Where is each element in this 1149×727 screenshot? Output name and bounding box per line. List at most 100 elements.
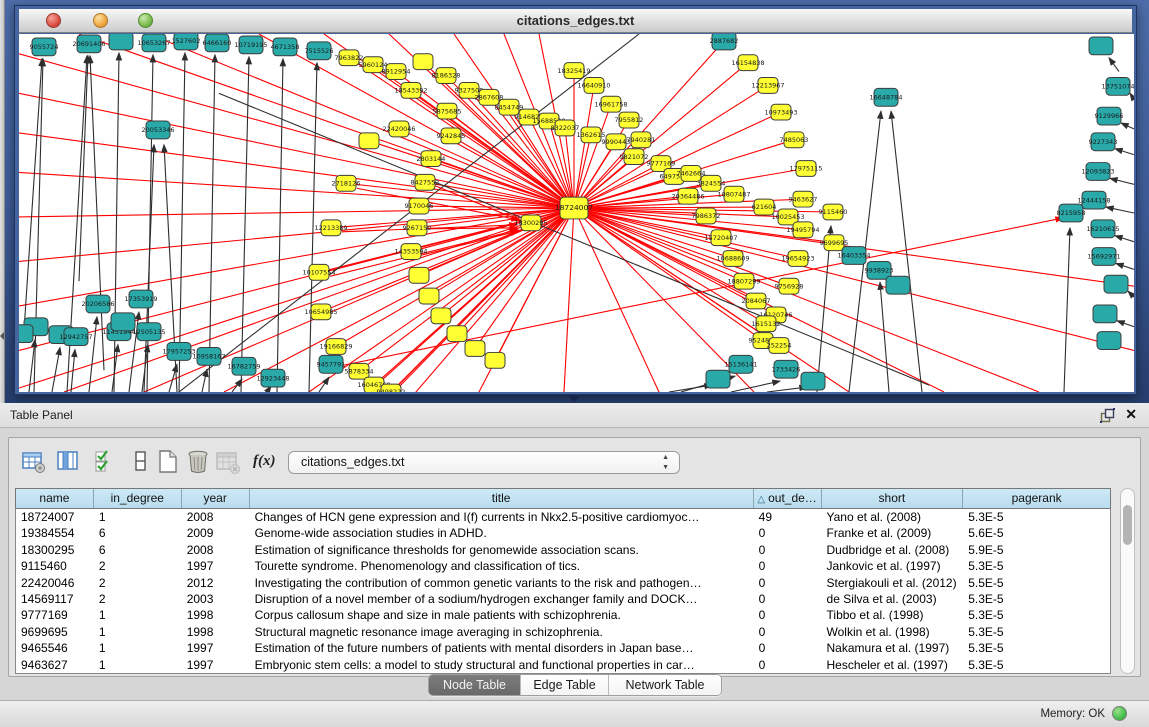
function-builder-icon[interactable]: f(x): [253, 453, 279, 479]
table-row[interactable]: 911546021997Tourette syndrome. Phenomeno…: [16, 558, 1110, 574]
graph-node[interactable]: 2887682: [710, 34, 739, 50]
graph-node[interactable]: [109, 34, 133, 50]
table-settings-icon[interactable]: [21, 449, 47, 475]
graph-node[interactable]: 10958167: [192, 347, 225, 365]
graph-node[interactable]: [419, 288, 439, 304]
graph-node[interactable]: 8322037: [551, 120, 580, 136]
graph-node[interactable]: 9242845: [437, 128, 466, 144]
table-row[interactable]: 1830029562008Estimation of significance …: [16, 542, 1110, 558]
graph-node[interactable]: 252254: [767, 338, 792, 354]
delete-icon[interactable]: [185, 449, 211, 475]
graph-node[interactable]: 16961758: [594, 96, 627, 112]
table-row[interactable]: 946362711997Embryonic stem cells: a mode…: [16, 657, 1110, 673]
float-panel-icon[interactable]: [1100, 408, 1115, 426]
graph-node[interactable]: 4671358: [271, 38, 300, 56]
graph-node[interactable]: 17957253: [162, 343, 195, 361]
table-vertical-scrollbar[interactable]: [1120, 488, 1135, 674]
graph-node[interactable]: 16640910: [577, 78, 610, 94]
graph-node[interactable]: [1089, 37, 1113, 55]
graph-node[interactable]: 9227343: [1089, 133, 1118, 151]
graph-node[interactable]: 12942757: [59, 328, 92, 346]
graph-node[interactable]: 3824554: [697, 175, 726, 191]
graph-node[interactable]: 2803144: [417, 151, 446, 167]
graph-node[interactable]: 16648784: [869, 88, 902, 106]
graph-node[interactable]: [706, 370, 730, 388]
graph-node[interactable]: [431, 308, 451, 324]
network-canvas[interactable]: 9055724 20691406 1065326715276026466160107…: [19, 34, 1134, 392]
graph-node[interactable]: 13751074: [1101, 78, 1134, 96]
table-row[interactable]: 1938455462009Genome-wide association stu…: [16, 525, 1110, 541]
show-columns-icon[interactable]: [56, 449, 82, 475]
graph-node[interactable]: 19166829: [319, 339, 352, 355]
graph-node[interactable]: [19, 325, 33, 343]
graph-node[interactable]: 12923448: [256, 369, 289, 387]
graph-node[interactable]: 10653267: [137, 34, 170, 52]
column-header-year[interactable]: year: [182, 489, 250, 508]
graph-node[interactable]: [801, 372, 825, 390]
graph-node[interactable]: [447, 326, 467, 342]
graph-node[interactable]: [1104, 275, 1128, 293]
graph-node[interactable]: 9463627: [789, 191, 818, 207]
graph-node[interactable]: 7940281: [627, 132, 656, 148]
new-file-icon[interactable]: [155, 449, 181, 475]
graph-node[interactable]: 7485063: [780, 132, 809, 148]
network-window[interactable]: citations_edges.txt 90557242069140610653…: [14, 5, 1137, 395]
graph-node[interactable]: 9129966: [1095, 107, 1124, 125]
graph-node[interactable]: 2084067: [742, 293, 771, 309]
close-panel-icon[interactable]: ✕: [1125, 406, 1137, 423]
graph-node[interactable]: 9267150: [403, 220, 432, 236]
graph-node[interactable]: 10654985: [304, 304, 337, 320]
graph-node[interactable]: 10807487: [717, 186, 750, 202]
scrollbar-thumb[interactable]: [1123, 505, 1132, 545]
graph-node[interactable]: 16154838: [731, 55, 764, 71]
table-row[interactable]: 2242004622012Investigating the contribut…: [16, 575, 1110, 591]
graph-node[interactable]: 6466160: [203, 34, 232, 52]
table-selector-dropdown[interactable]: citations_edges.txt ▲▼: [288, 451, 680, 474]
column-header-title[interactable]: title: [250, 489, 754, 508]
graph-node[interactable]: 16403354: [837, 247, 870, 265]
graph-node[interactable]: 1527602: [172, 34, 201, 50]
graph-node[interactable]: 12093823: [1081, 163, 1114, 181]
collapse-left-arrow-icon[interactable]: [0, 332, 4, 340]
row-height-icon[interactable]: [128, 449, 154, 475]
graph-node[interactable]: 17975115: [789, 161, 822, 177]
graph-node[interactable]: 8186328: [432, 68, 461, 84]
graph-node[interactable]: 8912954: [382, 64, 411, 80]
graph-node[interactable]: 12213967: [751, 78, 784, 94]
graph-node[interactable]: 1733426: [772, 360, 801, 378]
graph-node[interactable]: [886, 276, 910, 294]
graph-node[interactable]: 17353919: [124, 290, 157, 308]
graph-node[interactable]: 8215958: [1057, 204, 1086, 222]
column-checklist-icon[interactable]: [93, 449, 119, 475]
graph-node[interactable]: 9756928: [775, 278, 804, 294]
graph-node[interactable]: 15136141: [724, 355, 757, 373]
graph-node[interactable]: [413, 54, 433, 70]
graph-node[interactable]: [359, 133, 379, 149]
table-row[interactable]: 946554611997Estimation of the future num…: [16, 640, 1110, 656]
graph-node[interactable]: 7515526: [305, 42, 334, 60]
graph-node[interactable]: 5875685: [433, 103, 462, 119]
graph-node[interactable]: 10719195: [234, 36, 267, 54]
graph-node[interactable]: 10107554: [302, 264, 335, 280]
graph-node[interactable]: 7955812: [615, 112, 644, 128]
column-header-out_de[interactable]: △out_de…: [754, 489, 822, 508]
graph-node[interactable]: 20691406: [72, 35, 105, 53]
table-row[interactable]: 1872400712008Changes of HCN gene express…: [16, 509, 1110, 525]
tab-network-table[interactable]: Network Table: [609, 675, 721, 696]
graph-node[interactable]: 15692971: [1087, 248, 1120, 266]
graph-node[interactable]: 9055724: [30, 38, 59, 56]
graph-node[interactable]: 9821072: [620, 149, 649, 165]
graph-node[interactable]: 9115460: [819, 204, 848, 220]
graph-node[interactable]: 12505135: [132, 323, 165, 341]
graph-node[interactable]: [465, 341, 485, 357]
graph-node[interactable]: 16210615: [1086, 220, 1119, 238]
column-header-short[interactable]: short: [822, 489, 964, 508]
column-header-name[interactable]: name: [16, 489, 94, 508]
graph-node[interactable]: 18724007: [555, 197, 593, 219]
graph-node[interactable]: 10688609: [716, 251, 749, 267]
table-row[interactable]: 977716911998Corpus callosum shape and si…: [16, 607, 1110, 623]
graph-node[interactable]: 12213389: [314, 220, 347, 236]
graph-node[interactable]: 18543392: [394, 82, 427, 98]
column-header-pagerank[interactable]: pagerank: [963, 489, 1110, 508]
graph-node[interactable]: 20206586: [81, 295, 114, 313]
